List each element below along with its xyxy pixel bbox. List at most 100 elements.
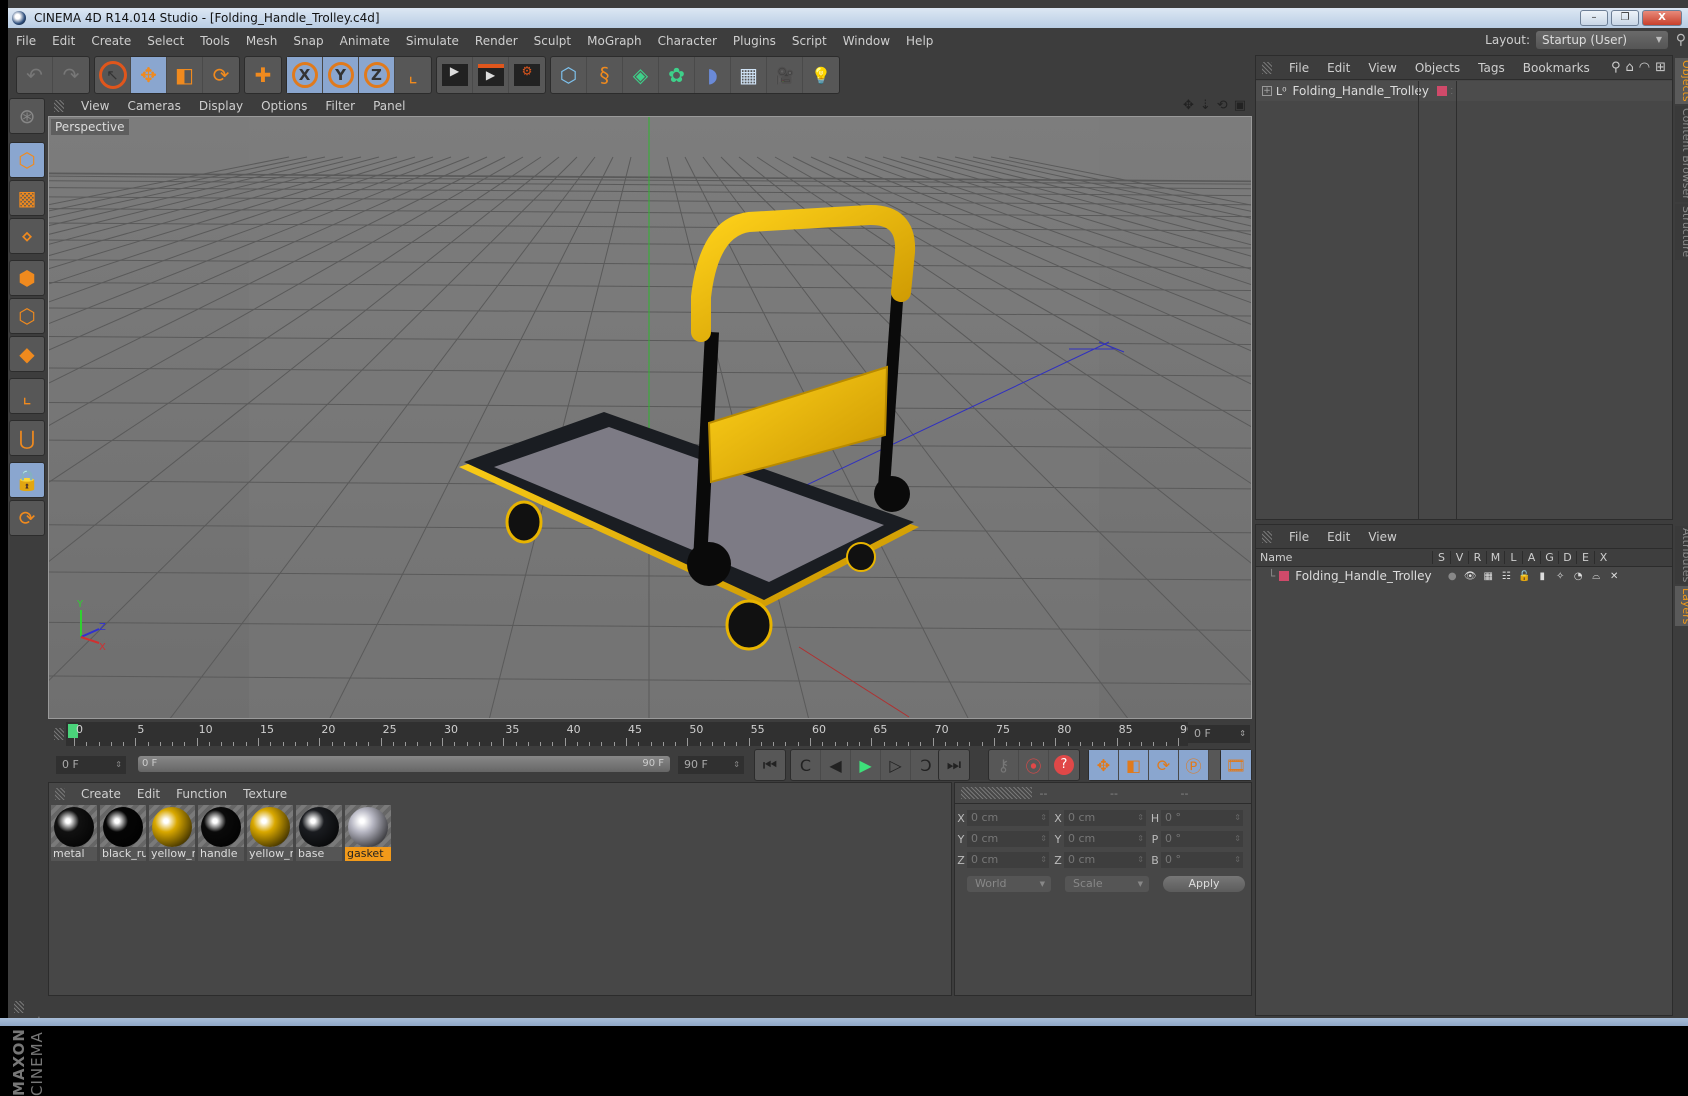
- render-to-picture-viewer-button[interactable]: ▶: [473, 57, 509, 93]
- current-frame-field[interactable]: 0 F ⇕: [1188, 725, 1250, 743]
- menu-plugins[interactable]: Plugins: [725, 34, 784, 48]
- menu-create[interactable]: Create: [83, 34, 139, 48]
- menu-character[interactable]: Character: [650, 34, 725, 48]
- material-swatch[interactable]: base: [296, 805, 342, 861]
- layer-name[interactable]: Folding_Handle_Trolley: [1295, 569, 1443, 583]
- close-button[interactable]: X: [1642, 10, 1682, 26]
- z-axis-lock-button[interactable]: Z: [359, 57, 395, 93]
- toggle-view-icon[interactable]: ▣: [1234, 98, 1246, 113]
- go-to-end-button[interactable]: ⏭: [939, 750, 969, 780]
- magnet-button[interactable]: ⋃: [9, 420, 45, 456]
- rot-b-field[interactable]: 0 °: [1161, 852, 1243, 868]
- orbit-view-icon[interactable]: ⟲: [1217, 98, 1228, 113]
- layer-color-tag[interactable]: [1436, 86, 1447, 96]
- render-view-button[interactable]: ▶: [437, 57, 473, 93]
- tab-attributes[interactable]: Attributes: [1675, 526, 1688, 584]
- menu-render[interactable]: Render: [467, 34, 526, 48]
- tab-structure[interactable]: Structure: [1675, 204, 1688, 260]
- solo-toggle-icon[interactable]: ●: [1443, 571, 1461, 582]
- menu-mesh[interactable]: Mesh: [238, 34, 286, 48]
- scheme-button[interactable]: 🎞: [1221, 750, 1251, 780]
- pos-z-field[interactable]: 0 cm: [967, 852, 1049, 868]
- render-clapboard-icon[interactable]: ▦: [1479, 571, 1497, 582]
- menu-window[interactable]: Window: [835, 34, 898, 48]
- viewport-menu-options[interactable]: Options: [252, 99, 316, 113]
- restore-button[interactable]: ❐: [1611, 10, 1639, 26]
- spline-button[interactable]: §: [587, 57, 623, 93]
- record-position-button[interactable]: ✥: [1089, 750, 1119, 780]
- points-mode-button[interactable]: ⬢: [9, 260, 45, 296]
- edges-mode-button[interactable]: ⬡: [9, 298, 45, 334]
- camera-button[interactable]: 🎥: [767, 57, 803, 93]
- deformer-button[interactable]: ◗: [695, 57, 731, 93]
- planar-workplane-button[interactable]: ⟳: [9, 500, 45, 536]
- menu-file[interactable]: File: [8, 34, 44, 48]
- size-x-field[interactable]: 0 cm: [1064, 810, 1146, 826]
- array-button[interactable]: ✿: [659, 57, 695, 93]
- pos-x-field[interactable]: 0 cm: [967, 810, 1049, 826]
- minimize-button[interactable]: –: [1580, 10, 1608, 26]
- home-icon[interactable]: ⌂: [1625, 60, 1633, 75]
- tab-layers[interactable]: Layers: [1675, 586, 1688, 626]
- material-menu-texture[interactable]: Texture: [235, 787, 295, 801]
- panel-grip[interactable]: [54, 100, 64, 112]
- workplane-mode-button[interactable]: ⋄: [9, 218, 45, 254]
- status-grip[interactable]: [14, 1001, 24, 1013]
- previous-frame-button[interactable]: ◀: [821, 750, 851, 780]
- menu-select[interactable]: Select: [139, 34, 192, 48]
- lock-icon[interactable]: 🔓: [1515, 571, 1533, 582]
- record-parameter-button[interactable]: Ⓟ: [1179, 750, 1209, 780]
- move-tool-button[interactable]: ✥: [131, 57, 167, 93]
- x-axis-lock-button[interactable]: X: [287, 57, 323, 93]
- end-frame-field[interactable]: 90 F ⇕: [678, 756, 744, 774]
- viewport-menu-filter[interactable]: Filter: [316, 99, 364, 113]
- objects-menu-view[interactable]: View: [1359, 61, 1405, 75]
- layer-row[interactable]: └ Folding_Handle_Trolley ● 👁 ▦ ☷ 🔓 ▮ ✧ ◔…: [1256, 567, 1672, 585]
- record-rotation-button[interactable]: ⟳: [1149, 750, 1179, 780]
- expand-icon[interactable]: +: [1262, 86, 1272, 96]
- timeline-ruler[interactable]: 0 5 10 15 20 25 30 35 40 45 50 55 60 65 70 75 80 85 90: [66, 722, 1194, 746]
- make-editable-button[interactable]: ⊛: [9, 98, 45, 134]
- go-to-start-button[interactable]: ⏮: [755, 750, 785, 780]
- material-swatch[interactable]: yellow_r: [149, 805, 195, 861]
- tab-objects[interactable]: Objects: [1675, 58, 1688, 104]
- visibility-dots-icon[interactable]: ⁚: [1451, 87, 1454, 96]
- pos-y-field[interactable]: 0 cm: [967, 831, 1049, 847]
- undo-button[interactable]: ↶: [17, 57, 53, 93]
- viewport-menu-panel[interactable]: Panel: [364, 99, 414, 113]
- layers-menu-edit[interactable]: Edit: [1318, 530, 1359, 544]
- cube-object-button[interactable]: ⬡: [551, 57, 587, 93]
- coords-panel-grip[interactable]: [961, 787, 1032, 799]
- animation-film-icon[interactable]: ▮: [1533, 571, 1551, 582]
- redo-button[interactable]: ↷: [53, 57, 89, 93]
- y-axis-lock-button[interactable]: Y: [323, 57, 359, 93]
- texture-mode-button[interactable]: ▩: [9, 180, 45, 216]
- objects-menu-objects[interactable]: Objects: [1406, 61, 1469, 75]
- material-menu-edit[interactable]: Edit: [129, 787, 168, 801]
- menu-simulate[interactable]: Simulate: [398, 34, 467, 48]
- previous-key-button[interactable]: C: [791, 750, 821, 780]
- play-button[interactable]: ▶: [851, 750, 881, 780]
- menu-mograph[interactable]: MoGraph: [579, 34, 650, 48]
- objects-menu-file[interactable]: File: [1280, 61, 1318, 75]
- layer-color-swatch[interactable]: [1279, 571, 1290, 581]
- menu-sculpt[interactable]: Sculpt: [526, 34, 579, 48]
- size-z-field[interactable]: 0 cm: [1064, 852, 1146, 868]
- material-swatch[interactable]: yellow_r: [247, 805, 293, 861]
- object-row[interactable]: + L⁰ Folding_Handle_Trolley ⁚: [1256, 81, 1672, 101]
- floor-button[interactable]: ▦: [731, 57, 767, 93]
- eye-visible-icon[interactable]: 👁: [1461, 571, 1479, 582]
- search-icon[interactable]: ⚲: [1676, 32, 1686, 48]
- size-y-field[interactable]: 0 cm: [1064, 831, 1146, 847]
- record-scale-button[interactable]: ◧: [1119, 750, 1149, 780]
- viewport-menu-display[interactable]: Display: [190, 99, 252, 113]
- coordinate-space-dropdown[interactable]: World: [967, 876, 1051, 892]
- rotate-tool-button[interactable]: ⟳: [203, 57, 239, 93]
- menu-edit[interactable]: Edit: [44, 34, 83, 48]
- material-swatch[interactable]: handle: [198, 805, 244, 861]
- rot-h-field[interactable]: 0 °: [1161, 810, 1243, 826]
- material-swatch[interactable]: black_ru: [100, 805, 146, 861]
- material-menu-create[interactable]: Create: [73, 787, 129, 801]
- dolly-view-icon[interactable]: ⇣: [1200, 98, 1211, 113]
- viewport-menu-cameras[interactable]: Cameras: [118, 99, 189, 113]
